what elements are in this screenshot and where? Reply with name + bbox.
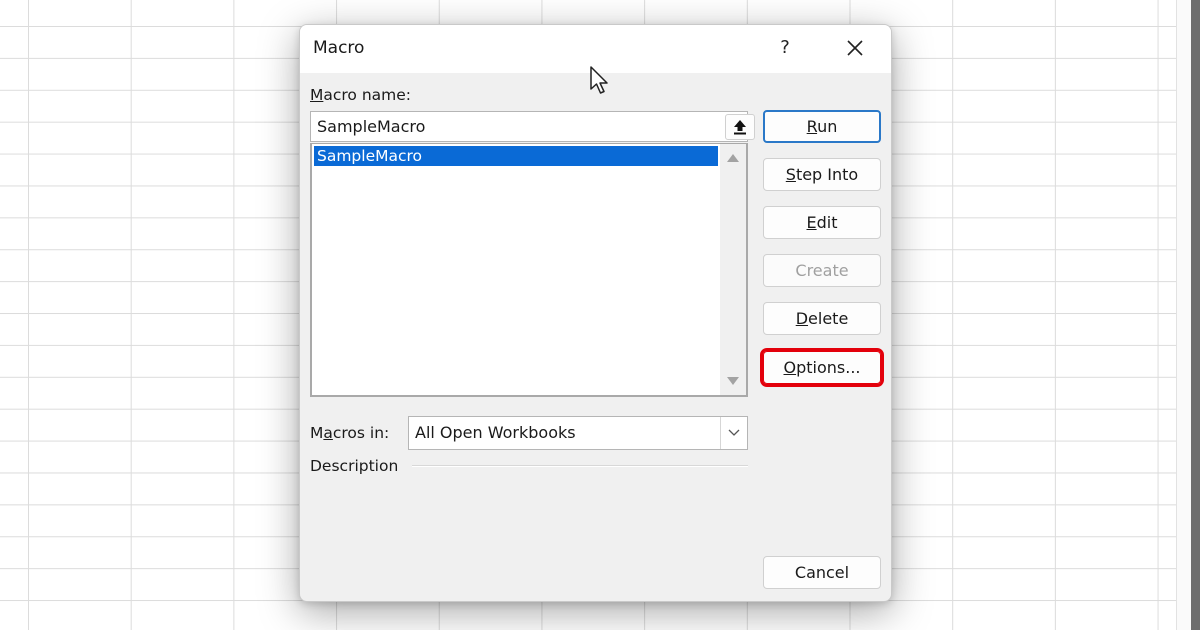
step-into-button[interactable]: Step Into	[763, 158, 881, 191]
help-button[interactable]: ?	[770, 31, 800, 65]
cancel-button[interactable]: Cancel	[763, 556, 881, 589]
create-button: Create	[763, 254, 881, 287]
macro-name-input[interactable]: SampleMacro	[310, 111, 755, 142]
macro-list[interactable]: SampleMacro	[310, 143, 748, 397]
macros-in-label: Macros in:	[310, 424, 390, 442]
options-button[interactable]: Options...	[760, 348, 884, 387]
macro-list-item-selected[interactable]: SampleMacro	[314, 146, 718, 166]
collapse-button[interactable]	[725, 114, 755, 140]
mouse-cursor-icon	[590, 66, 608, 94]
macro-list-scrollbar[interactable]	[720, 144, 746, 395]
dropdown-button[interactable]	[720, 417, 747, 449]
description-divider	[412, 465, 748, 466]
close-icon	[847, 40, 863, 56]
upload-arrow-icon	[734, 120, 746, 135]
run-button[interactable]: Run	[763, 110, 881, 143]
description-label: Description	[310, 457, 399, 475]
edit-button[interactable]: Edit	[763, 206, 881, 239]
close-button[interactable]	[840, 31, 870, 65]
window-edge	[1176, 0, 1200, 630]
scroll-up-arrow-icon[interactable]	[727, 154, 739, 162]
macro-name-value: SampleMacro	[317, 117, 426, 136]
scroll-down-arrow-icon[interactable]	[727, 377, 739, 385]
macro-name-label: Macro name:	[310, 86, 412, 104]
macros-in-value: All Open Workbooks	[415, 423, 576, 442]
delete-button[interactable]: Delete	[763, 302, 881, 335]
macro-dialog: Macro ? Macro name: SampleMacro SampleMa…	[299, 24, 892, 602]
macros-in-dropdown[interactable]: All Open Workbooks	[408, 416, 748, 450]
chevron-down-icon	[728, 429, 740, 436]
dialog-title: Macro	[313, 38, 365, 58]
